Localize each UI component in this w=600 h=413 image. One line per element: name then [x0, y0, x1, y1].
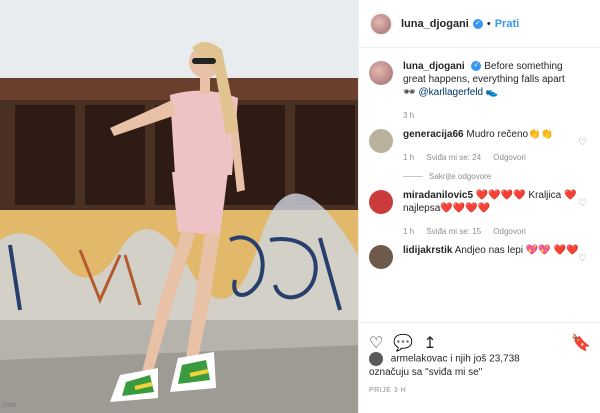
- comment-username[interactable]: miradanilovic5: [403, 190, 473, 201]
- comment-like-icon[interactable]: ♡: [578, 197, 587, 210]
- comment-like-icon[interactable]: ♡: [578, 136, 587, 149]
- follow-button[interactable]: Prati: [495, 18, 519, 30]
- comment-item: miradanilovic5 ❤️❤️❤️❤️ Kraljica ❤️najle…: [359, 189, 600, 238]
- reply-button[interactable]: Odgovori: [493, 153, 525, 162]
- post-sidebar: luna_djogani ✓ • Prati luna_djogani ✓ Be…: [358, 0, 600, 413]
- bookmark-icon[interactable]: 🔖: [571, 333, 591, 353]
- watermark: 01/8/: [3, 403, 17, 409]
- instagram-post: luna_djogani ✓ • Prati luna_djogani ✓ Be…: [0, 0, 600, 413]
- share-icon[interactable]: ↥: [423, 333, 436, 353]
- comment-avatar[interactable]: [369, 190, 393, 214]
- action-bar: ♡ 💬 ↥ 🔖: [359, 322, 600, 354]
- caption: luna_djogani ✓ Before something great ha…: [359, 60, 600, 122]
- header-separator: •: [486, 17, 491, 30]
- likes-line1[interactable]: armelakovac i njih još 23,738: [391, 354, 520, 365]
- comment-meta: 1 h Sviđa mi se: 24 Odgovori: [403, 151, 579, 164]
- likes-line2: označuju sa "sviđa mi se": [369, 367, 483, 378]
- author-avatar[interactable]: [369, 11, 393, 36]
- comment-text: Mudro rečeno👏👏: [466, 129, 553, 140]
- caption-meta: 3 h: [403, 109, 579, 122]
- comment-likes[interactable]: Sviđa mi se: 24: [426, 153, 481, 162]
- author-username[interactable]: luna_djogani: [401, 18, 469, 30]
- post-photo[interactable]: [0, 0, 358, 413]
- comments-list[interactable]: luna_djogani ✓ Before something great ha…: [359, 60, 600, 318]
- likes-summary[interactable]: armelakovac i njih još 23,738 označuju s…: [369, 352, 520, 379]
- heart-outline-icon[interactable]: ♡: [369, 333, 383, 353]
- post-header: luna_djogani ✓ • Prati: [359, 0, 600, 48]
- caption-avatar[interactable]: [369, 61, 393, 85]
- comment-avatar[interactable]: [369, 129, 393, 153]
- liker-avatar: [369, 352, 383, 366]
- reply-button[interactable]: Odgovori: [493, 227, 525, 236]
- comment-time: 1 h: [403, 227, 415, 236]
- comment-time: 1 h: [403, 153, 415, 162]
- verified-badge-icon: ✓: [472, 18, 483, 29]
- comment-icon[interactable]: 💬: [393, 333, 413, 353]
- comment-avatar[interactable]: [369, 245, 393, 269]
- post-date: PRIJE 3 H: [369, 387, 407, 394]
- comment-meta: 1 h Sviđa mi se: 15 Odgovori: [403, 225, 579, 238]
- sneaker-emoji: 👟: [485, 87, 499, 98]
- comment-item: generacija66 Mudro rečeno👏👏 ♡ 1 h Sviđa …: [359, 128, 600, 183]
- mention-link[interactable]: @karllagerfeld: [418, 87, 483, 98]
- comment-likes[interactable]: Sviđa mi se: 15: [426, 227, 481, 236]
- caption-username[interactable]: luna_djogani: [403, 61, 465, 72]
- caption-time: 3 h: [403, 111, 415, 120]
- hide-replies-button[interactable]: Sakrijte odgovore: [403, 170, 579, 183]
- sunglasses-emoji: 🕶: [403, 87, 416, 98]
- comment-text: Andjeo nas lepi 💖💖 ❤️❤️: [454, 245, 579, 256]
- comment-like-icon[interactable]: ♡: [578, 252, 587, 265]
- photo-illustration: [0, 0, 358, 413]
- comment-username[interactable]: lidijakrstik: [403, 245, 452, 256]
- verified-badge-icon: ✓: [471, 61, 482, 72]
- comment-item: lidijakrstik Andjeo nas lepi 💖💖 ❤️❤️ ♡: [359, 244, 600, 269]
- comment-username[interactable]: generacija66: [403, 129, 464, 140]
